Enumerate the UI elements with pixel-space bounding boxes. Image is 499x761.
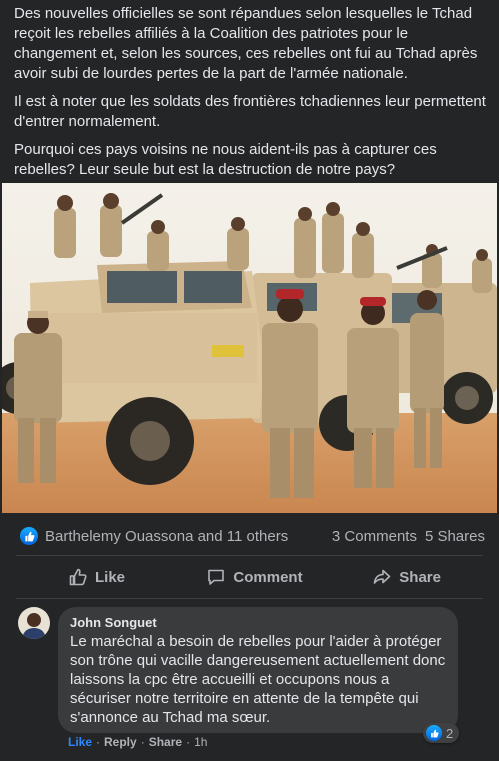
comment-reactions[interactable]: 2 [423, 723, 460, 743]
comment-share-link[interactable]: Share [149, 735, 182, 749]
post-paragraph-1: Des nouvelles officielles se sont répand… [14, 5, 478, 82]
comment-reaction-count: 2 [446, 725, 454, 741]
share-icon [373, 569, 391, 584]
like-reaction-icon [426, 725, 442, 741]
thumbs-up-icon [69, 568, 87, 586]
separator: · [186, 735, 191, 749]
like-button[interactable]: Like [16, 559, 192, 595]
comment-time[interactable]: 1h [194, 735, 207, 749]
photo-soldiers-armored-vehicles-icon [2, 183, 497, 513]
user-avatar-icon [18, 607, 50, 639]
shares-count[interactable]: 5 Shares [425, 528, 485, 545]
comment-bubble: John Songuet Le maréchal a besoin de reb… [58, 607, 458, 733]
post-body: Des nouvelles officielles se sont répand… [14, 4, 492, 188]
post-paragraph-3: Pourquoi ces pays voisins ne nous aident… [14, 141, 437, 178]
post-stats: Barthelemy Ouassona and 11 others 3 Comm… [0, 520, 499, 552]
post-actions: Like Comment Share [16, 559, 483, 595]
like-reaction-icon [20, 527, 38, 545]
comment-text: Le maréchal a besoin de rebelles pour l'… [70, 633, 446, 726]
divider [16, 555, 483, 556]
share-label: Share [399, 568, 441, 586]
separator: · [96, 735, 101, 749]
comments-count[interactable]: 3 Comments [332, 528, 417, 545]
like-label: Like [95, 568, 126, 586]
separator: · [140, 735, 145, 749]
post-card: Des nouvelles officielles se sont répand… [0, 0, 499, 761]
comment-icon [208, 569, 225, 585]
divider [16, 598, 483, 599]
comment-reply-link[interactable]: Reply [104, 735, 137, 749]
reactions-summary[interactable]: Barthelemy Ouassona and 11 others [45, 528, 288, 545]
avatar[interactable] [18, 607, 50, 639]
comment-label: Comment [233, 568, 303, 586]
post-paragraph-2: Il est à noter que les soldats des front… [14, 93, 486, 130]
comment-actions: Like · Reply · Share · 1h [68, 735, 207, 749]
comment-like-link[interactable]: Like [68, 735, 92, 749]
comment-button[interactable]: Comment [192, 559, 316, 595]
post-photo[interactable] [2, 183, 497, 513]
comment-author[interactable]: John Songuet [70, 615, 446, 631]
share-button[interactable]: Share [317, 559, 483, 595]
